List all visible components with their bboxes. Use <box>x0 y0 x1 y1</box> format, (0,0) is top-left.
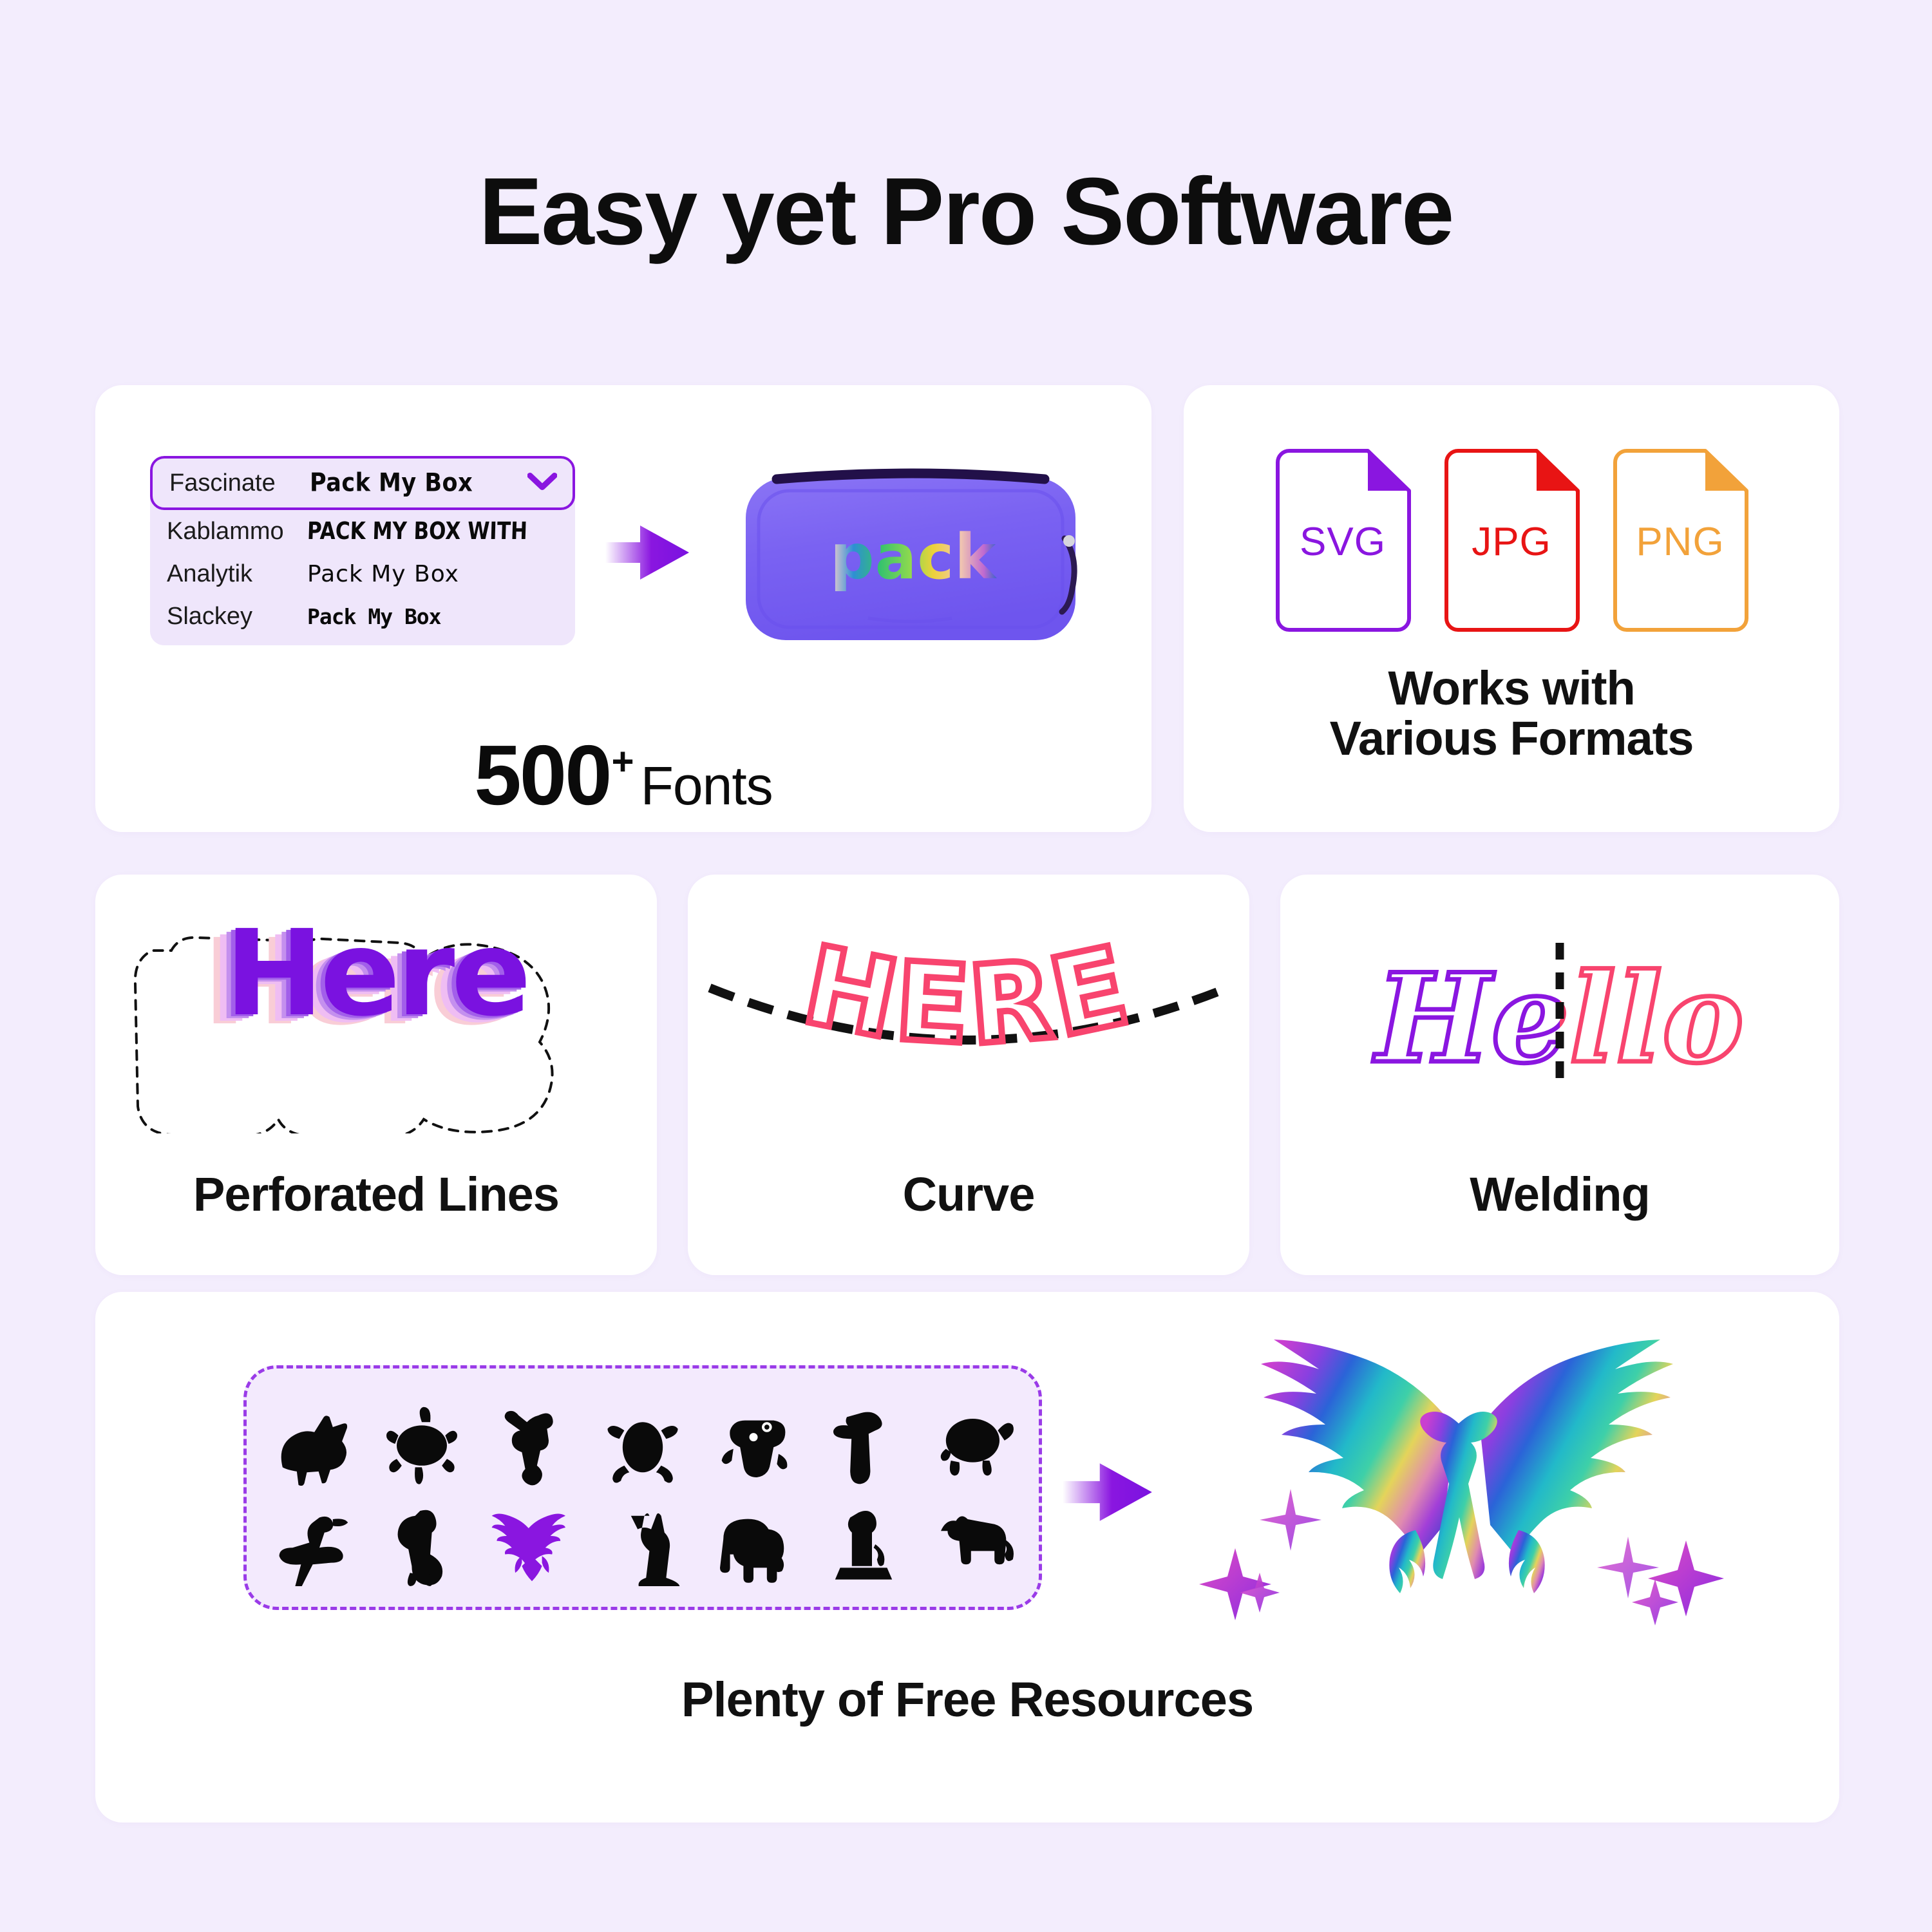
resources-row-1 <box>266 1389 1019 1486</box>
rainbow-eagle-icon <box>1177 1318 1757 1640</box>
font-sample: PACK MY BOX WITH <box>307 517 528 545</box>
phoenix-icon[interactable] <box>487 1490 577 1586</box>
font-dropdown[interactable]: Fascinate Pack My Box Kablammo PACK MY B… <box>150 456 575 645</box>
resources-label: Plenty of Free Resources <box>681 1672 1254 1727</box>
rooster-icon[interactable] <box>377 1490 467 1586</box>
fonts-count-word: Fonts <box>640 755 773 816</box>
svg-text:HERE: HERE <box>794 926 1143 1069</box>
cat-icon[interactable] <box>598 1490 688 1586</box>
welding-card: Hello Hello Welding <box>1280 875 1839 1275</box>
font-name: Analytik <box>167 560 253 587</box>
hummingbird-icon[interactable] <box>266 1490 356 1586</box>
card-label-welding: Welding <box>1470 1168 1650 1221</box>
font-sample: Pack My Box <box>307 560 459 587</box>
fonts-card: Fascinate Pack My Box Kablammo PACK MY B… <box>95 385 1151 832</box>
file-icon-svg: SVG <box>1273 447 1413 634</box>
elephant-icon[interactable] <box>708 1490 799 1586</box>
pencil-case-product: pack <box>739 464 1087 657</box>
file-label: JPG <box>1472 520 1551 564</box>
page-title: Easy yet Pro Software <box>478 158 1455 265</box>
file-label: SVG <box>1300 520 1386 564</box>
font-option-row[interactable]: Analytik Pack My Box <box>150 553 575 595</box>
svg-text:pack: pack <box>830 521 997 593</box>
card-label-curve: Curve <box>902 1168 1036 1221</box>
font-option-row[interactable]: Kablammo PACK MY BOX WITH <box>150 510 575 553</box>
font-name-selected: Fascinate <box>169 469 276 497</box>
welding-art: Hello Hello <box>1280 926 1839 1119</box>
perforated-art: Here Here Here Here Here <box>95 905 657 1139</box>
font-sample-selected: Pack My Box <box>310 468 473 498</box>
file-format-row: SVG JPG PNG <box>1184 447 1839 634</box>
fonts-count-plus: + <box>611 740 634 783</box>
frog-icon[interactable] <box>598 1389 688 1486</box>
formats-caption: Works with Various Formats <box>1184 663 1839 763</box>
resources-library-panel[interactable] <box>243 1365 1042 1610</box>
resources-card: Plenty of Free Resources <box>95 1292 1839 1823</box>
resources-row-2 <box>266 1490 1019 1586</box>
lion-statue-icon[interactable] <box>819 1490 909 1586</box>
arrow-right-icon <box>1061 1450 1164 1537</box>
poster-root: Easy yet Pro Software Fascinate Pack My … <box>0 0 1932 1932</box>
here-layer-top: Here <box>224 905 531 1043</box>
pig-icon[interactable] <box>266 1389 356 1486</box>
perforated-lines-card: Here Here Here Here Here Perforated Line… <box>95 875 657 1275</box>
toucan-icon[interactable] <box>819 1389 909 1486</box>
chevron-down-icon[interactable] <box>527 472 558 495</box>
font-dropdown-selected[interactable]: Fascinate Pack My Box <box>150 456 575 510</box>
file-icon-png: PNG <box>1610 447 1750 634</box>
file-icon-jpg: JPG <box>1441 447 1582 634</box>
fonts-count: 500+ Fonts <box>95 726 1151 824</box>
curve-art: HERE <box>688 918 1249 1119</box>
formats-caption-line2: Various Formats <box>1329 711 1694 765</box>
arrow-right-icon <box>604 514 701 591</box>
fonts-count-number: 500 <box>474 728 612 822</box>
font-name: Kablammo <box>167 517 284 545</box>
turtle-icon[interactable] <box>377 1389 467 1486</box>
curve-card: HERE Curve <box>688 875 1249 1275</box>
tortoise-icon[interactable] <box>929 1389 1019 1486</box>
curve-art-text: HERE <box>791 918 1141 1072</box>
gecko-icon[interactable] <box>708 1389 799 1486</box>
formats-card: SVG JPG PNG Works with Various Formats <box>1184 385 1839 832</box>
formats-caption-line1: Works with <box>1388 661 1635 715</box>
font-option-row[interactable]: Slackey Pack My Box <box>150 595 575 645</box>
file-label: PNG <box>1636 520 1725 564</box>
font-sample: Pack My Box <box>307 603 442 629</box>
monkey-icon[interactable] <box>487 1389 577 1486</box>
card-label-perforated: Perforated Lines <box>193 1168 560 1221</box>
tiger-icon[interactable] <box>929 1490 1019 1586</box>
font-name: Slackey <box>167 602 253 630</box>
